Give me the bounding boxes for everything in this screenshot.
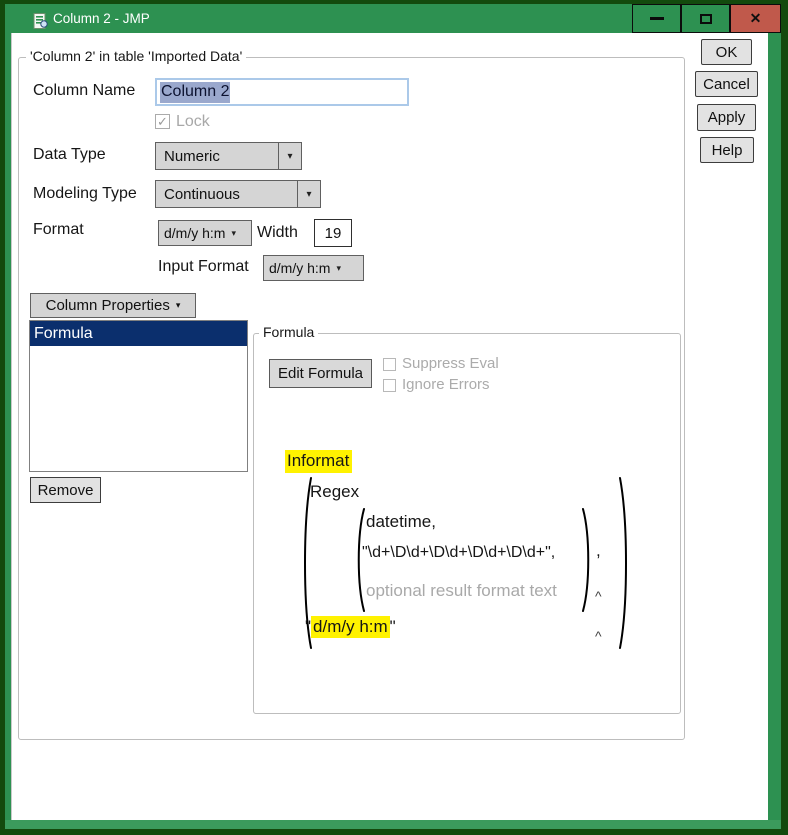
suppress-eval-label: Suppress Eval [402, 355, 499, 372]
ignore-errors-label: Ignore Errors [402, 376, 490, 393]
chevron-down-icon: ▾ [278, 143, 301, 169]
chevron-down-icon: ▾ [175, 300, 181, 310]
help-button[interactable]: Help [700, 137, 754, 163]
apply-button[interactable]: Apply [697, 104, 756, 131]
ignore-errors-checkbox [383, 379, 396, 392]
chevron-down-icon: ▾ [231, 227, 236, 238]
window-frame-bottom [5, 820, 781, 829]
insertion-caret: ^ [595, 628, 602, 644]
chevron-down-icon: ▾ [336, 262, 341, 273]
column-properties-button[interactable]: Column Properties ▾ [30, 293, 196, 318]
column-name-label: Column Name [33, 82, 136, 99]
format-dropdown[interactable]: d/m/y h:m ▾ [158, 220, 252, 246]
formula-arg-optional-placeholder: optional result format text [366, 581, 557, 600]
minimize-button[interactable] [632, 4, 681, 33]
input-format-dropdown[interactable]: d/m/y h:m ▾ [263, 255, 364, 281]
formula-arg-datetime: datetime, [366, 512, 436, 531]
maximize-button[interactable] [681, 4, 730, 33]
inner-close-paren [582, 508, 590, 612]
width-label: Width [257, 224, 298, 241]
remove-button[interactable]: Remove [30, 477, 101, 503]
data-type-value: Numeric [164, 147, 220, 165]
jmp-column-dialog: Column 2 - JMP ✕ OK Cancel Apply Help 'C… [0, 0, 788, 835]
outer-close-paren [619, 477, 627, 649]
input-format-value: d/m/y h:m [269, 260, 331, 276]
width-input[interactable]: 19 [314, 219, 352, 247]
minimize-icon [649, 17, 664, 20]
formula-function-informat: Informat [285, 450, 353, 473]
jmp-app-icon [33, 13, 48, 29]
ok-button[interactable]: OK [701, 39, 752, 65]
cancel-button[interactable]: Cancel [695, 71, 758, 97]
column-properties-button-label: Column Properties [45, 297, 170, 314]
list-item-formula[interactable]: Formula [30, 321, 247, 346]
insertion-caret: ^ [595, 588, 602, 604]
formula-function-regex: Regex [310, 482, 360, 501]
lock-checkbox: ✓ [155, 114, 170, 129]
window-title: Column 2 - JMP [53, 11, 150, 26]
modeling-type-value: Continuous [164, 185, 240, 203]
result-format-highlighted: d/m/y h:m [311, 616, 390, 638]
data-type-dropdown[interactable]: Numeric ▾ [155, 142, 302, 170]
column-settings-groupbox-title: 'Column 2' in table 'Imported Data' [26, 48, 247, 64]
modeling-type-dropdown[interactable]: Continuous ▾ [155, 180, 321, 208]
edit-formula-button[interactable]: Edit Formula [269, 359, 372, 388]
format-value: d/m/y h:m [164, 225, 226, 241]
window-frame-left [5, 33, 11, 829]
check-icon: ✓ [157, 114, 168, 129]
suppress-eval-checkbox [383, 358, 396, 371]
modeling-type-label: Modeling Type [33, 185, 137, 202]
chevron-down-icon: ▾ [297, 181, 320, 207]
data-type-label: Data Type [33, 146, 106, 163]
close-quote: " [389, 617, 396, 636]
input-format-label: Input Format [158, 258, 249, 275]
window-frame-right [768, 33, 781, 829]
formula-arg-regex-pattern: "\d+\D\d+\D\d+\D\d+\D\d+", [362, 544, 556, 561]
close-icon: ✕ [749, 10, 762, 26]
format-label: Format [33, 221, 84, 238]
lock-label: Lock [176, 113, 210, 130]
maximize-icon [699, 13, 712, 24]
formula-argument-separator: , [596, 541, 601, 560]
column-properties-list[interactable]: Formula [29, 320, 248, 472]
column-name-input[interactable]: Column 2 [155, 78, 409, 106]
formula-arg-result-format: " d/m/y h:m " [305, 616, 396, 638]
close-button[interactable]: ✕ [730, 4, 781, 33]
column-name-selected-text: Column 2 [160, 81, 231, 103]
formula-groupbox-title: Formula [259, 324, 319, 340]
